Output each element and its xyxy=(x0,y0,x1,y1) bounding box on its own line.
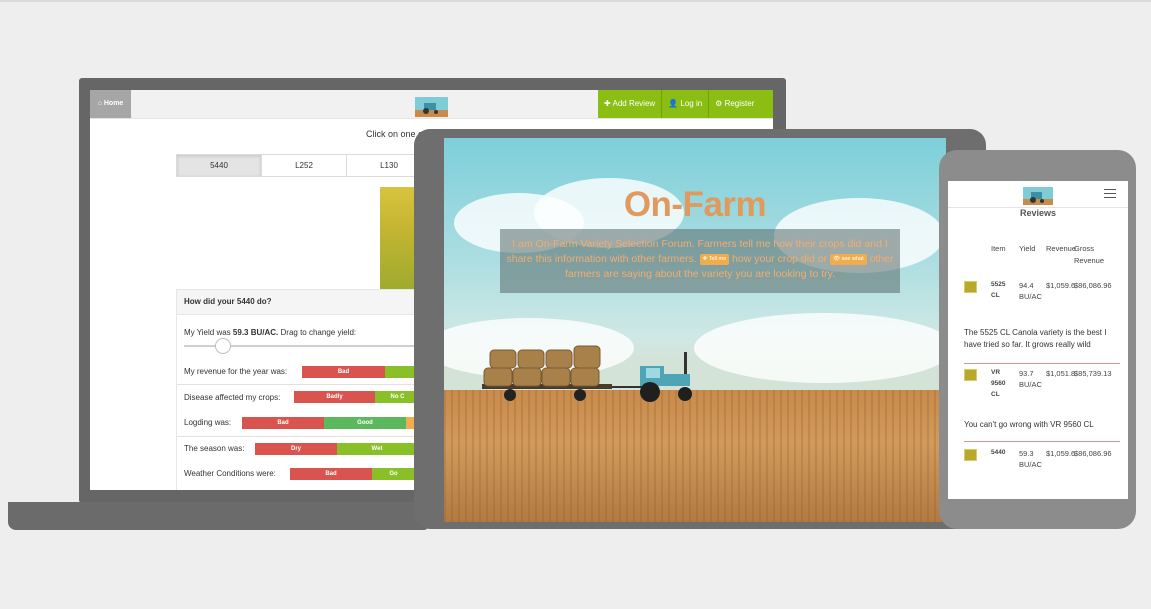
weather-option-good[interactable]: Go xyxy=(372,468,415,480)
yield-slider-handle[interactable] xyxy=(215,338,231,354)
auth-menu: ✚ Add Review 👤 Log in ⚙ Register xyxy=(598,90,773,118)
tractor-logo-icon[interactable] xyxy=(1023,187,1053,205)
revenue-option-bad[interactable]: Bad xyxy=(302,366,385,378)
row-revenue: $1,059.6 xyxy=(1046,281,1076,290)
weather-option-bad[interactable]: Bad xyxy=(290,468,372,480)
row-item[interactable]: 5440 xyxy=(991,447,1015,458)
revenue-options: Bad xyxy=(302,366,425,378)
login-button[interactable]: 👤 Log in xyxy=(662,90,710,118)
phone-screen: Reviews Item Yield Revenue Gross Revenue… xyxy=(948,181,1128,499)
row-yield: 94.4 BU/AC xyxy=(1019,281,1042,301)
col-header-revenue: Revenue xyxy=(1046,244,1077,253)
field-stubble-texture xyxy=(444,390,946,522)
row-divider xyxy=(964,441,1120,442)
hero-title: On-Farm xyxy=(623,185,767,224)
hero-text: I am On-Farm Variety Selection Forum. Fa… xyxy=(504,237,896,282)
season-option-dry[interactable]: Dry xyxy=(255,443,337,455)
canola-thumbnail xyxy=(964,369,977,381)
disease-option-badly[interactable]: Badly xyxy=(294,391,375,403)
col-header-yield: Yield xyxy=(1019,244,1036,253)
cloud xyxy=(694,313,946,383)
row-divider xyxy=(964,363,1120,364)
user-icon: 👤 xyxy=(668,99,679,108)
review-text: The 5525 CL Canola variety is the best I… xyxy=(964,328,1107,349)
see-what-label: see what xyxy=(841,255,864,262)
weather-label: Weather Conditions were: xyxy=(184,469,276,478)
add-review-label: Add Review xyxy=(612,99,656,108)
review-text: You can't go wrong with VR 9560 CL xyxy=(964,420,1094,429)
row-item[interactable]: 5525 CL xyxy=(991,279,1015,301)
revenue-label: My revenue for the year was: xyxy=(184,367,288,376)
row-gross: $86,086.96 xyxy=(1074,281,1112,290)
eye-icon: 👁 xyxy=(833,255,841,262)
canola-thumbnail xyxy=(964,281,977,293)
laptop-navbar: ⌂ Home ✚ Add Review 👤 Log in ⚙ Register xyxy=(90,90,773,119)
lodging-option-bad[interactable]: Bad xyxy=(242,417,324,429)
plus-icon: ✚ xyxy=(702,255,708,262)
col-header-gross-revenue: Gross Revenue xyxy=(1074,244,1105,265)
row-gross: $86,086.96 xyxy=(1074,449,1112,458)
home-icon: ⌂ xyxy=(97,100,102,107)
laptop-base xyxy=(8,502,428,530)
yield-value: 59.3 BU/AC. xyxy=(232,328,279,337)
season-option-wet[interactable]: Wet xyxy=(337,443,417,455)
weather-options: Bad Go xyxy=(290,468,415,480)
see-what-button[interactable]: 👁 see what xyxy=(830,253,867,265)
disease-options: Badly No C xyxy=(294,391,420,403)
disease-label: Disease affected my crops: xyxy=(184,393,281,402)
lodging-options: Bad Good xyxy=(242,417,426,429)
tab-l252[interactable]: L252 xyxy=(261,154,347,177)
yield-suffix: Drag to change yield: xyxy=(280,328,357,337)
canola-thumbnail xyxy=(964,449,977,461)
lodging-option-good[interactable]: Good xyxy=(324,417,406,429)
col-header-item: Item xyxy=(991,244,1006,253)
yield-text: My Yield was 59.3 BU/AC. Drag to change … xyxy=(184,328,356,337)
tractor-hay-cart-illustration xyxy=(482,345,692,402)
tablet-screen: On-Farm I am On-Farm Variety Selection F… xyxy=(444,138,946,522)
season-label: The season was: xyxy=(184,444,245,453)
home-button[interactable]: ⌂ Home xyxy=(90,90,131,118)
row-revenue: $1,059.6 xyxy=(1046,449,1076,458)
home-label: Home xyxy=(103,100,124,107)
tell-me-label: Tell me xyxy=(708,255,727,262)
tell-me-button[interactable]: ✚ Tell me xyxy=(699,253,730,265)
hero-text-part-2: how your crop did or xyxy=(732,253,828,265)
tractor-logo-icon[interactable] xyxy=(415,97,448,117)
add-review-button[interactable]: ✚ Add Review xyxy=(598,90,663,118)
tab-5440[interactable]: 5440 xyxy=(176,154,262,177)
season-options: Dry Wet xyxy=(255,443,417,455)
hamburger-menu-icon[interactable] xyxy=(1104,189,1116,198)
register-label: Register xyxy=(724,99,755,108)
row-yield: 59.3 BU/AC xyxy=(1019,449,1042,469)
phone-navbar xyxy=(948,181,1128,208)
login-label: Log in xyxy=(680,99,703,108)
reviews-title: Reviews xyxy=(1019,208,1057,218)
lodging-label: Logding was: xyxy=(184,418,232,427)
row-yield: 93.7 BU/AC xyxy=(1019,369,1042,389)
row-gross: $85,739.13 xyxy=(1074,369,1112,378)
page-top-border xyxy=(0,0,1151,2)
variety-tabs: 5440 L252 L130 xyxy=(176,154,432,177)
row-revenue: $1,051.8 xyxy=(1046,369,1076,378)
gear-icon: ⚙ xyxy=(715,99,723,108)
register-button[interactable]: ⚙ Register xyxy=(709,90,760,118)
yield-prefix: My Yield was xyxy=(184,328,231,337)
row-item[interactable]: VR 9560 CL xyxy=(991,367,1015,400)
plus-icon: ✚ xyxy=(604,99,611,108)
